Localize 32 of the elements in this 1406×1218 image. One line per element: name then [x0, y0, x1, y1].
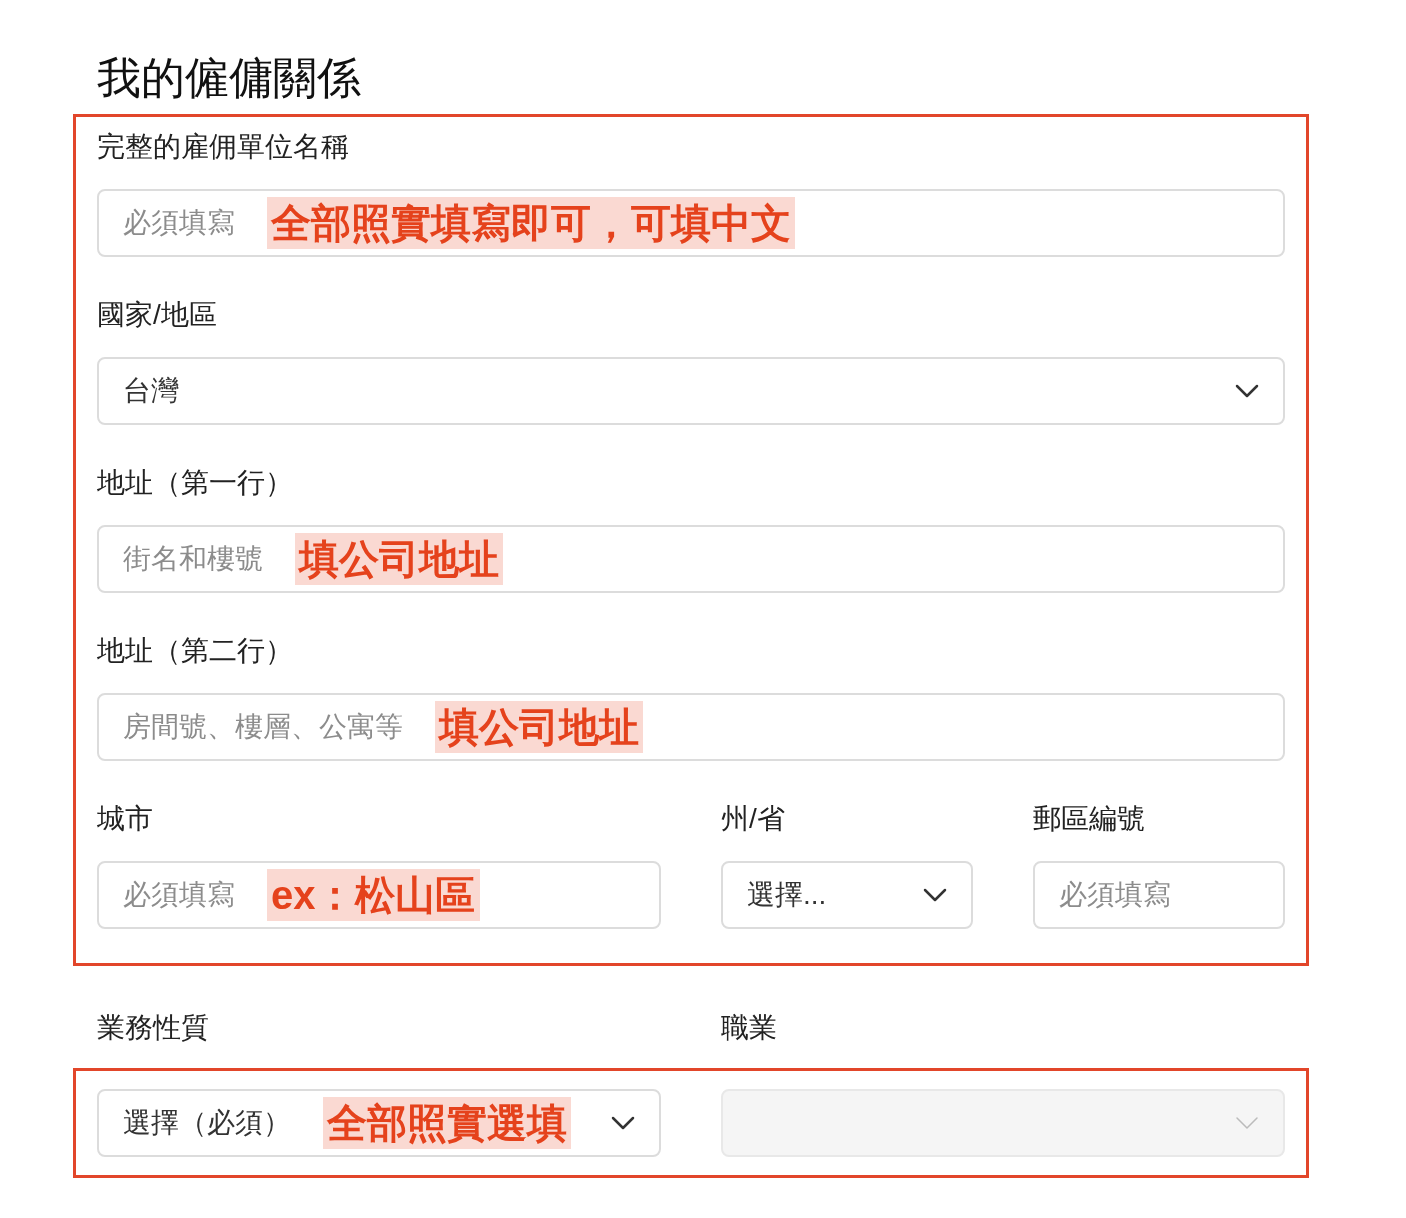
field-label: 國家/地區: [97, 298, 218, 332]
input-field[interactable]: 必須填寫: [1059, 874, 1171, 916]
input-field[interactable]: 必須填寫: [123, 202, 235, 244]
field-label: 業務性質: [97, 1011, 210, 1045]
annotation-note: 全部照實填寫即可，可填中文: [267, 197, 795, 249]
annotation-note: ex：松山區: [267, 869, 480, 921]
field-label: 城市: [97, 802, 154, 836]
chevron-down-icon: [923, 888, 947, 902]
text-field[interactable]: 房間號、樓層、公寓等 填公司地址: [97, 693, 1285, 761]
text-field[interactable]: 必須填寫: [1033, 861, 1285, 929]
input-field[interactable]: 街名和樓號: [123, 538, 263, 580]
chevron-down-icon: [611, 1116, 635, 1130]
field-label: 地址（第二行）: [97, 634, 294, 668]
chevron-down-icon: [1235, 384, 1259, 398]
field-label: 州/省: [721, 802, 786, 836]
chevron-down-icon: [1235, 1116, 1259, 1130]
text-field[interactable]: 必須填寫 全部照實填寫即可，可填中文: [97, 189, 1285, 257]
annotation-note: 填公司地址: [295, 533, 503, 585]
field-label: 地址（第一行）: [97, 466, 294, 500]
select-field[interactable]: 選擇（必須） 全部照實選填: [97, 1089, 661, 1157]
text-field[interactable]: 必須填寫 ex：松山區: [97, 861, 661, 929]
annotation-note: 全部照實選填: [323, 1097, 571, 1149]
page-title: 我的僱傭關係: [97, 52, 362, 104]
input-field[interactable]: 必須填寫: [123, 874, 235, 916]
text-field[interactable]: 街名和樓號 填公司地址: [97, 525, 1285, 593]
annotation-note: 填公司地址: [435, 701, 643, 753]
field-label: 職業: [721, 1011, 778, 1045]
select-field[interactable]: 台灣: [97, 357, 1285, 425]
field-label: 郵區編號: [1033, 802, 1146, 836]
input-field[interactable]: 房間號、樓層、公寓等: [123, 706, 403, 748]
field-label: 完整的雇佣單位名稱: [97, 130, 350, 164]
select-field[interactable]: 選擇...: [721, 861, 973, 929]
